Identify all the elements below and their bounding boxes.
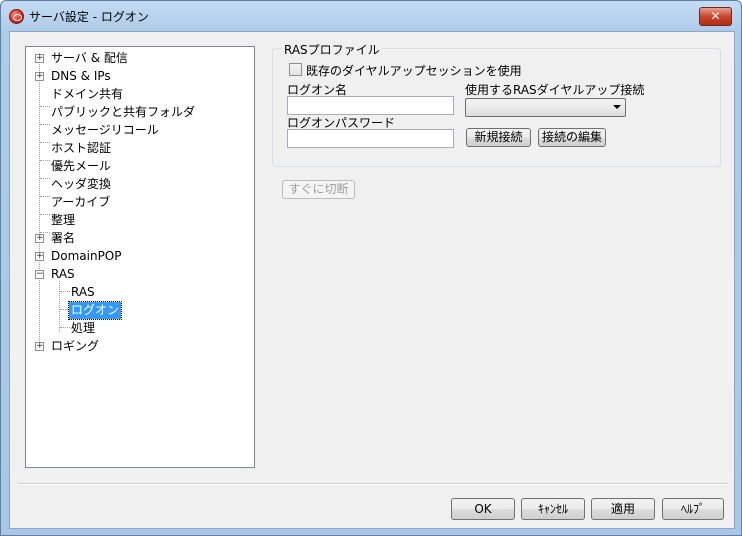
tree-connector-root xyxy=(39,53,40,343)
connection-label: 使用するRASダイヤルアップ接続 xyxy=(465,83,645,97)
logon-password-field[interactable] xyxy=(287,129,454,148)
window-title: サーバ設定 - ログオン xyxy=(29,10,149,24)
tree-item-processing[interactable]: 処理 xyxy=(69,320,97,337)
tree-item-domainpop[interactable]: DomainPOP xyxy=(49,248,123,265)
chevron-down-icon xyxy=(613,105,621,109)
apply-button[interactable]: 適用 xyxy=(591,498,655,520)
expand-icon[interactable]: + xyxy=(35,342,44,351)
expand-icon[interactable]: + xyxy=(35,72,44,81)
tree-item-domain-sharing[interactable]: ドメイン共有 xyxy=(49,86,125,103)
expand-icon[interactable]: + xyxy=(35,234,44,243)
ok-button[interactable]: OK xyxy=(451,498,515,520)
tree-item-dns-ips[interactable]: DNS & IPs xyxy=(49,68,113,85)
tree-item-server-delivery[interactable]: サーバ & 配信 xyxy=(49,50,130,67)
logon-name-field[interactable] xyxy=(287,96,454,115)
tree-item-archive[interactable]: アーカイブ xyxy=(49,194,112,211)
new-connection-button[interactable]: 新規接続 xyxy=(466,128,531,147)
dialog-body: + + + + − + サーバ & 配信 DNS & IPs ドメイン共有 パブ… xyxy=(9,31,735,529)
footer-separator xyxy=(18,483,728,485)
title-bar[interactable]: サーバ設定 - ログオン ✕ xyxy=(1,1,741,31)
close-button[interactable]: ✕ xyxy=(699,7,732,26)
tree-item-public-shared-folders[interactable]: パブリックと共有フォルダ xyxy=(49,104,197,121)
tree-item-priority-mail[interactable]: 優先メール xyxy=(49,158,113,175)
app-logo-icon xyxy=(9,9,24,24)
use-existing-session-label[interactable]: 既存のダイヤルアップセッションを使用 xyxy=(306,62,522,79)
use-existing-session-checkbox[interactable] xyxy=(289,63,302,76)
collapse-icon[interactable]: − xyxy=(35,270,44,279)
expand-icon[interactable]: + xyxy=(35,252,44,261)
dialog-window: サーバ設定 - ログオン ✕ + + + + − + サーバ & 配信 DNS … xyxy=(0,0,742,536)
tree-item-logon[interactable]: ログオン xyxy=(67,301,123,320)
tree-item-header-translation[interactable]: ヘッダ変換 xyxy=(49,176,113,193)
connection-dropdown[interactable] xyxy=(465,98,626,117)
settings-tree[interactable]: + + + + − + サーバ & 配信 DNS & IPs ドメイン共有 パブ… xyxy=(25,46,255,468)
tree-item-host-auth[interactable]: ホスト認証 xyxy=(49,140,113,157)
tree-connector-ras xyxy=(59,281,60,332)
tree-item-ras[interactable]: RAS xyxy=(49,266,77,283)
expand-icon[interactable]: + xyxy=(35,54,44,63)
cancel-button[interactable]: ｷｬﾝｾﾙ xyxy=(521,498,585,520)
disconnect-now-button[interactable]: すぐに切断 xyxy=(282,180,355,199)
help-button[interactable]: ﾍﾙﾌﾟ xyxy=(662,498,724,520)
tree-item-message-recall[interactable]: メッセージリコール xyxy=(49,122,161,139)
tree-item-ras-child[interactable]: RAS xyxy=(69,284,97,301)
tree-item-pruning[interactable]: 整理 xyxy=(49,212,77,229)
ras-profile-group-label: RASプロファイル xyxy=(282,41,382,58)
edit-connection-button[interactable]: 接続の編集 xyxy=(538,128,606,147)
tree-item-logging[interactable]: ロギング xyxy=(49,338,101,355)
tree-item-signatures[interactable]: 署名 xyxy=(49,230,77,247)
